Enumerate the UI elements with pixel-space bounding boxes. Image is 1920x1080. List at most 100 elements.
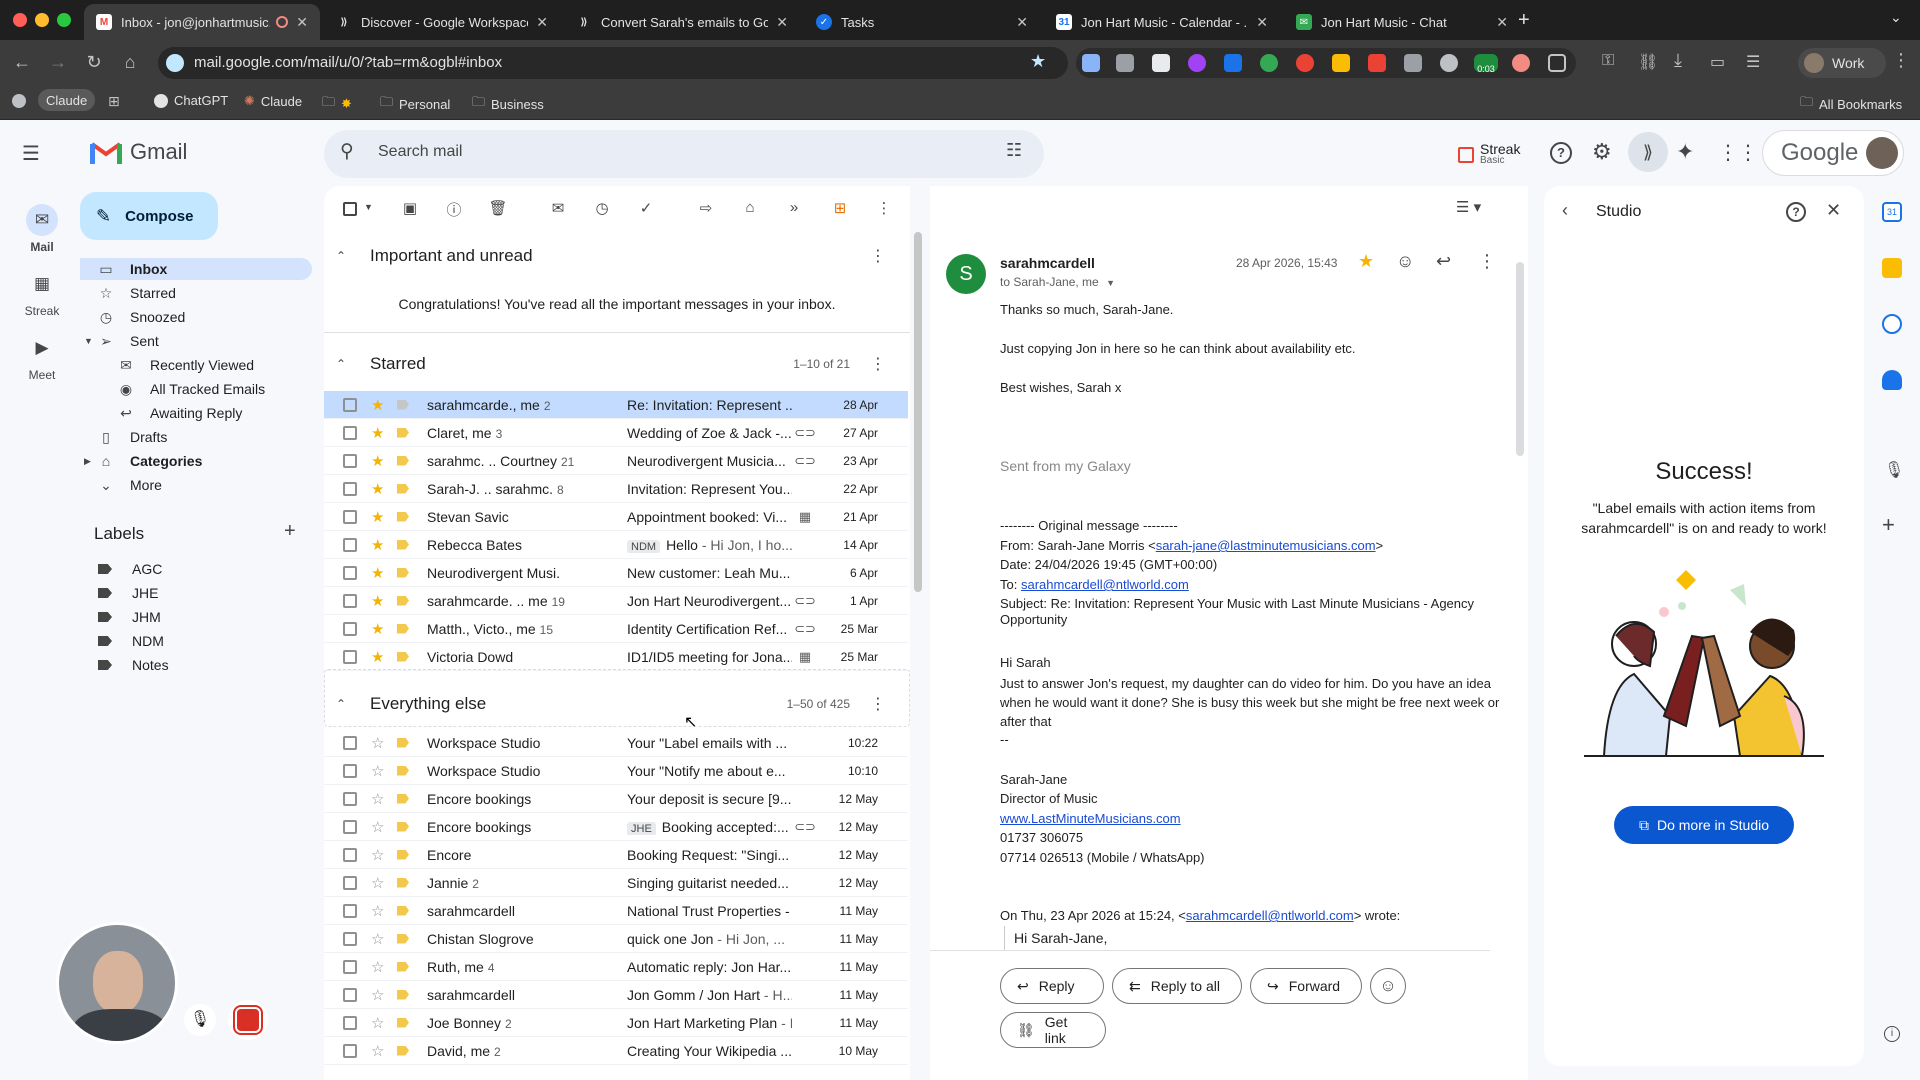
importance-marker-icon[interactable] (397, 765, 409, 776)
email-row[interactable]: ☆ Encore bookings Your deposit is secure [… (324, 785, 908, 813)
star-icon[interactable]: ★ (371, 396, 387, 414)
importance-marker-icon[interactable] (397, 511, 409, 522)
star-icon[interactable]: ★ (371, 536, 387, 554)
tab-discover[interactable]: ⟫ Discover - Google Workspace ✕ (324, 4, 560, 40)
attachment-link-icon[interactable]: ⊂⊃ (792, 819, 818, 835)
row-checkbox[interactable] (343, 847, 357, 862)
importance-marker-icon[interactable] (397, 455, 409, 466)
importance-marker-icon[interactable] (397, 1045, 409, 1056)
importance-marker-icon[interactable] (397, 849, 409, 860)
star-icon[interactable]: ☆ (371, 930, 387, 948)
email-row[interactable]: ☆ Encore Booking Request: "Singi... 12 May (324, 841, 908, 869)
nav-inbox[interactable]: ▭ Inbox (80, 258, 312, 280)
delete-icon[interactable]: 🗑 (488, 199, 508, 219)
account-chip[interactable]: Google (1762, 130, 1904, 176)
add-label-icon[interactable]: + (284, 520, 296, 543)
reload-icon[interactable]: ↻ (82, 52, 106, 73)
window-minimize-button[interactable] (35, 13, 49, 27)
star-icon[interactable]: ☆ (371, 902, 387, 920)
importance-marker-icon[interactable] (397, 1017, 409, 1028)
apps-grid-icon[interactable]: ⊞ (108, 93, 120, 110)
extension-icon[interactable] (1404, 54, 1422, 72)
report-spam-icon[interactable]: ⓘ (444, 199, 464, 219)
all-bookmarks[interactable]: 🗀 All Bookmarks (1800, 93, 1902, 115)
star-icon[interactable]: ☆ (371, 846, 387, 864)
tab-inbox[interactable]: M Inbox - jon@jonhartmusic... ✕ (84, 4, 320, 40)
row-checkbox[interactable] (343, 509, 357, 524)
streak-button[interactable]: Streak Basic (1458, 142, 1520, 167)
star-icon[interactable]: ☆ (371, 874, 387, 892)
star-icon[interactable]: ★ (371, 592, 387, 610)
settings-gear-icon[interactable]: ⚙ (1592, 139, 1612, 165)
label-item[interactable]: JHE (98, 585, 158, 601)
importance-marker-icon[interactable] (397, 595, 409, 606)
reply-icon[interactable]: ↩ (1436, 251, 1451, 272)
email-row[interactable]: ★ Claret, me 3 Wedding of Zoe & Jack -... ⊂⊃… (324, 419, 908, 447)
email-row[interactable]: ★ Stevan Savic Appointment booked: Vi... ▦ 2… (324, 503, 908, 531)
sender-avatar[interactable]: S (946, 254, 986, 294)
star-icon[interactable]: ★ (371, 452, 387, 470)
download-icon[interactable]: ⤓ (1674, 50, 1682, 71)
profile-chip[interactable]: Work (1798, 48, 1886, 78)
move-to-icon[interactable]: ⇨ (696, 199, 716, 219)
tablet-icon[interactable]: ▭ (1710, 52, 1725, 72)
email-row[interactable]: ★ Neurodivergent Musi. New customer: Leah … (324, 559, 908, 587)
quote-email-link[interactable]: sarahmcardell@ntlworld.com (1186, 908, 1354, 923)
label-item[interactable]: AGC (98, 561, 162, 577)
list-scrollbar[interactable] (914, 232, 922, 592)
extension-icon[interactable] (1332, 54, 1350, 72)
star-icon[interactable]: ☆ (371, 958, 387, 976)
site-info-icon[interactable] (166, 54, 184, 72)
label-item[interactable]: Notes (98, 657, 169, 673)
email-row[interactable]: ★ sarahmcarde. .. me 19 Jon Hart Neurodiver… (324, 587, 908, 615)
row-checkbox[interactable] (343, 987, 357, 1002)
row-checkbox[interactable] (343, 819, 357, 834)
attachment-link-icon[interactable]: ⊂⊃ (792, 593, 818, 609)
contacts-icon[interactable] (1882, 370, 1902, 390)
expand-caret-icon[interactable]: ▼ (84, 336, 93, 346)
email-row[interactable]: ☆ Workspace Studio Your "Label emails with… (324, 729, 908, 757)
url-text[interactable]: mail.google.com/mail/u/0/?tab=rm&ogbl#in… (194, 54, 502, 71)
email-row[interactable]: ☆ David, me 2 Creating Your Wikipedia ... 10… (324, 1037, 908, 1065)
row-checkbox[interactable] (343, 791, 357, 806)
tasks-icon[interactable] (1882, 314, 1902, 334)
extension-icon[interactable] (1116, 54, 1134, 72)
rail-mail[interactable]: ✉ Mail (18, 204, 66, 254)
nav-recently-viewed[interactable]: ✉ Recently Viewed (80, 354, 312, 376)
emoji-react-icon[interactable]: ☺ (1396, 251, 1414, 272)
new-tab-button[interactable]: + (1518, 9, 1530, 32)
bookmark-star-icon[interactable]: ★ (1030, 51, 1046, 72)
importance-marker-icon[interactable] (397, 877, 409, 888)
label-item[interactable]: NDM (98, 633, 164, 649)
close-tab-icon[interactable]: ✕ (1496, 14, 1508, 31)
row-label-chip[interactable]: NDM (627, 539, 661, 553)
extension-icon[interactable] (1512, 54, 1530, 72)
message-recipients[interactable]: to Sarah-Jane, me ▼ (1000, 275, 1115, 289)
forward-button[interactable]: ↪ Forward (1250, 968, 1362, 1004)
nav-more[interactable]: ⌄ More (80, 474, 312, 496)
forward-icon[interactable]: → (46, 52, 70, 73)
extension-icon[interactable] (1188, 54, 1206, 72)
importance-marker-icon[interactable] (397, 651, 409, 662)
tab-chat[interactable]: ✉ Jon Hart Music - Chat ✕ (1284, 4, 1520, 40)
email-row[interactable]: ☆ Jannie 2 Singing guitarist needed... 12 Ma… (324, 869, 908, 897)
nav-starred[interactable]: ☆ Starred (80, 282, 312, 304)
microphone-icon[interactable]: 🎙 (184, 1004, 216, 1036)
email-row[interactable]: ★ sarahmc. .. Courtney 21 Neurodivergent Mu… (324, 447, 908, 475)
close-tab-icon[interactable]: ✕ (776, 14, 788, 31)
password-key-icon[interactable]: ⚿ (1602, 52, 1614, 70)
profile-icon[interactable] (12, 94, 26, 108)
search-options-icon[interactable]: ☷ (1006, 140, 1022, 161)
from-email-link[interactable]: sarah-jane@lastminutemusicians.com (1156, 538, 1376, 553)
bookmark-folder-personal[interactable]: 🗀 Personal (380, 93, 450, 115)
bookmark-folder-business[interactable]: 🗀 Business (472, 93, 544, 115)
sender-name[interactable]: sarahmcardell (1000, 255, 1095, 271)
help-icon[interactable]: ? (1550, 142, 1572, 164)
row-checkbox[interactable] (343, 481, 357, 496)
recipients-dropdown-icon[interactable]: ▼ (1106, 278, 1115, 288)
extension-icon[interactable] (1082, 54, 1100, 72)
star-icon[interactable]: ★ (371, 648, 387, 666)
importance-marker-icon[interactable] (397, 933, 409, 944)
search-input[interactable]: Search mail (378, 143, 462, 161)
star-icon[interactable]: ★ (371, 424, 387, 442)
